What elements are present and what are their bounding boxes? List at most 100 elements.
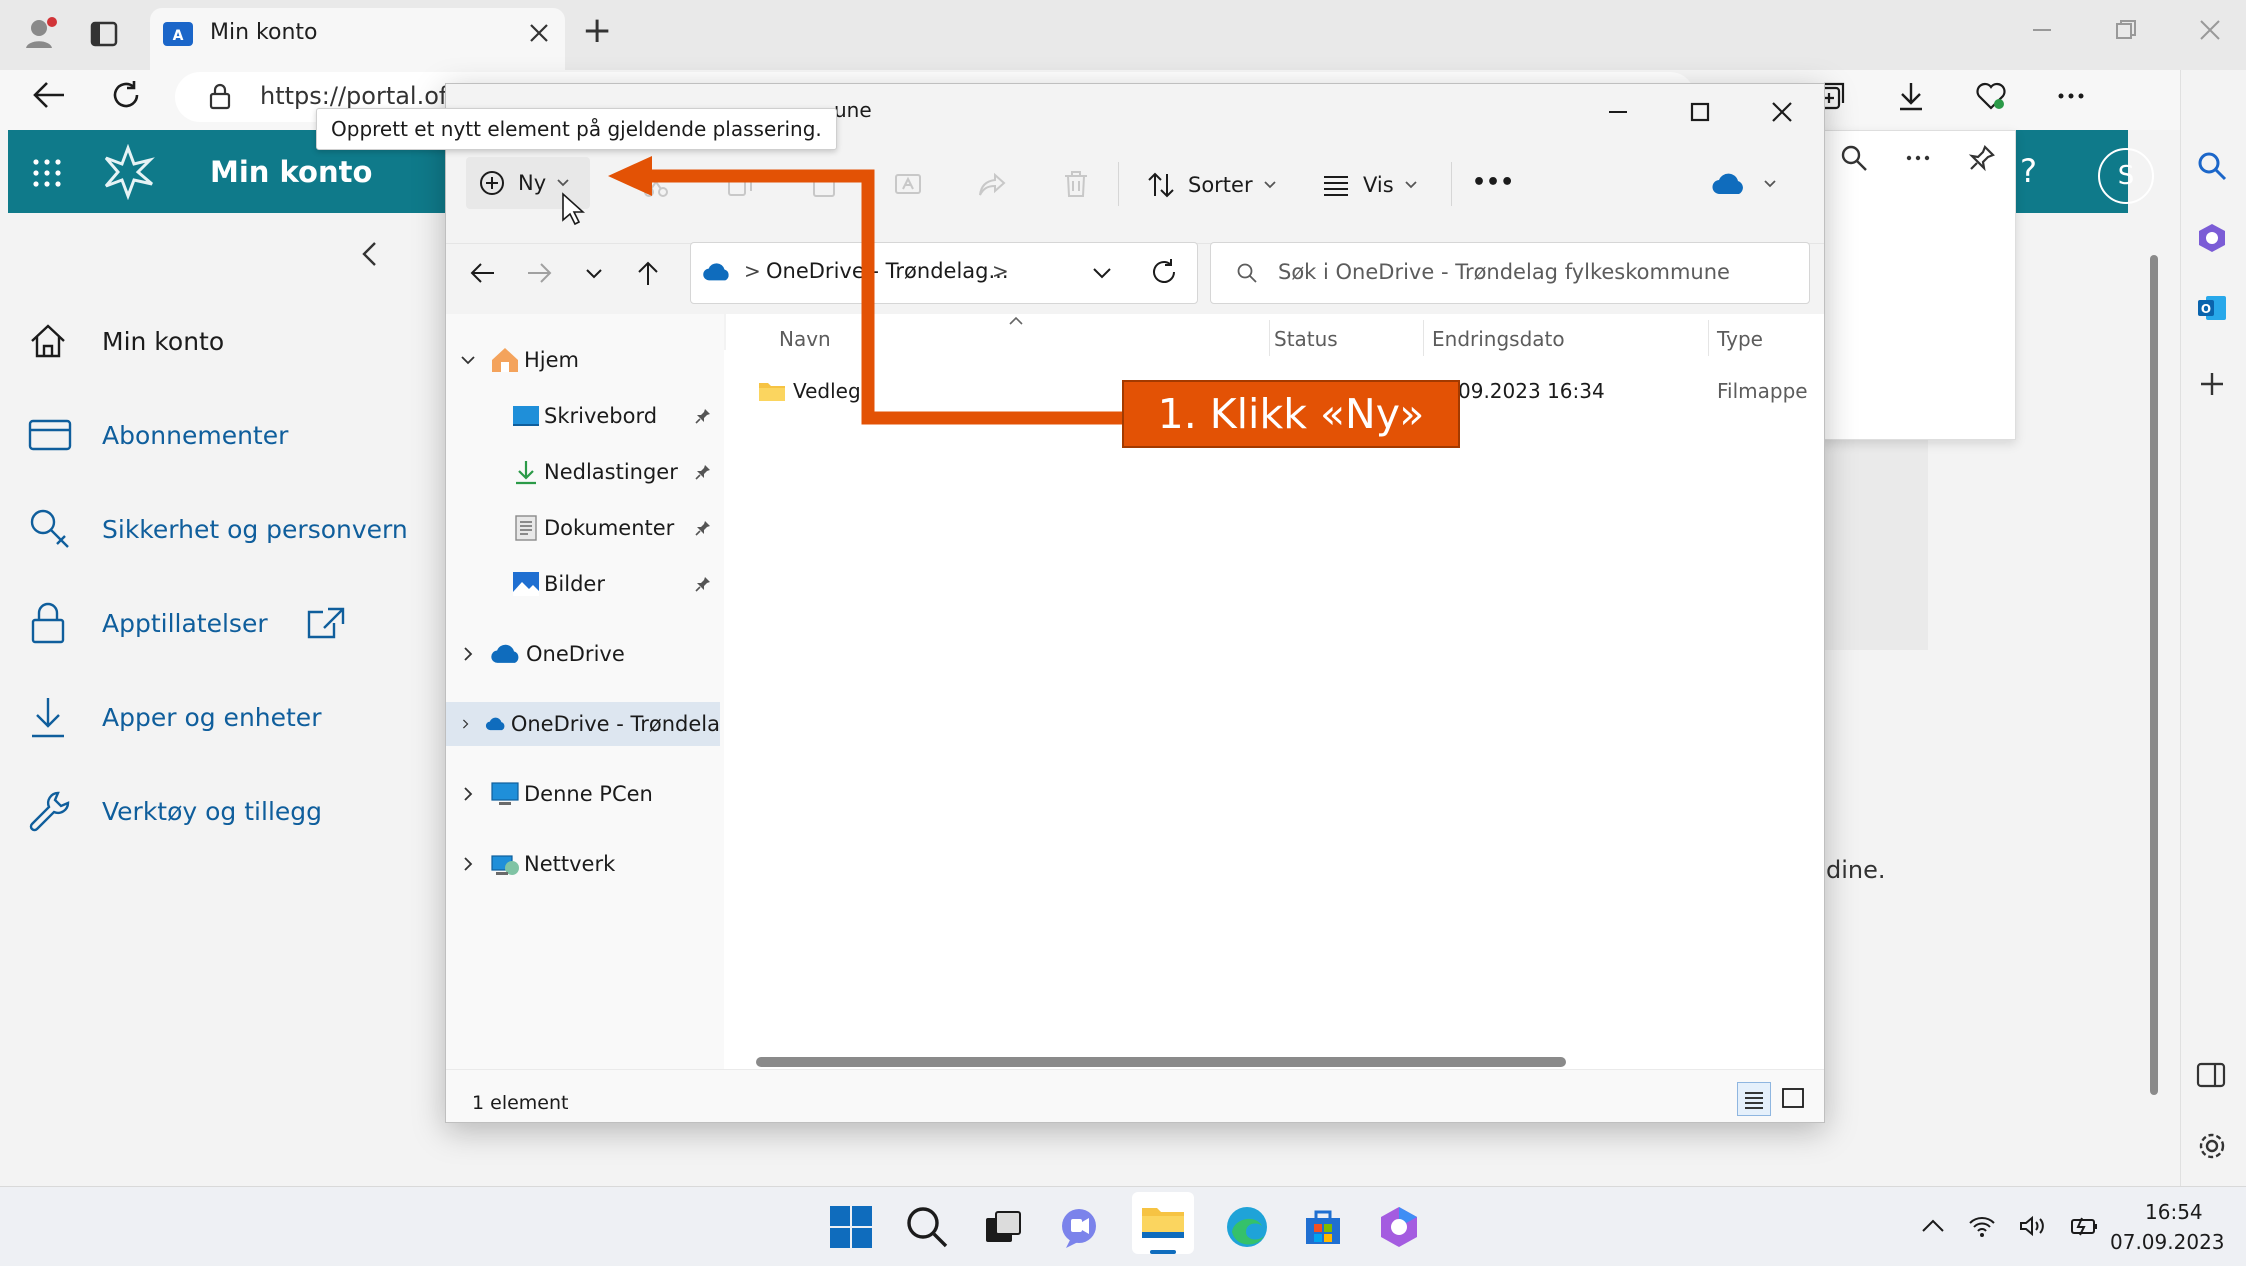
- tab-title: Min konto: [210, 20, 318, 45]
- tree-item-dokumenter[interactable]: Dokumenter: [446, 506, 724, 550]
- nav-item-apptillatelser[interactable]: Apptillatelser: [28, 598, 346, 648]
- computer-icon: [491, 782, 519, 805]
- column-header-status[interactable]: Status: [1274, 327, 1338, 351]
- organization-logo-icon[interactable]: [100, 144, 156, 200]
- browser-essentials-icon[interactable]: [1975, 80, 2007, 112]
- refresh-icon[interactable]: [110, 79, 142, 111]
- chevron-down-icon: [1764, 180, 1776, 188]
- item-count: 1 element: [472, 1092, 569, 1114]
- nav-item-verktoy[interactable]: Verktøy og tillegg: [28, 786, 322, 836]
- search-icon[interactable]: [904, 1204, 950, 1250]
- nav-label: Apptillatelser: [102, 608, 268, 638]
- documents-icon: [515, 515, 537, 541]
- maximize-icon[interactable]: [1688, 100, 1712, 124]
- flyout-more-icon[interactable]: [1904, 144, 1932, 172]
- large-icons-view-icon[interactable]: [1780, 1086, 1806, 1112]
- header-flyout: [1820, 130, 2016, 440]
- tree-item-denne-pcen[interactable]: Denne PCen: [446, 772, 724, 816]
- task-view-icon[interactable]: [980, 1204, 1026, 1250]
- onedrive-status-button[interactable]: [1711, 172, 1777, 196]
- file-explorer-taskbar-item[interactable]: [1132, 1192, 1194, 1254]
- page-scrollbar[interactable]: [2150, 255, 2158, 1095]
- close-tab-icon[interactable]: [528, 22, 550, 44]
- profile-icon[interactable]: [24, 16, 58, 50]
- lock-icon: [31, 602, 65, 644]
- tree-item-onedrive[interactable]: OneDrive: [446, 632, 724, 676]
- column-divider: [1423, 320, 1424, 356]
- close-icon[interactable]: [1770, 100, 1794, 124]
- nav-item-sikkerhet[interactable]: Sikkerhet og personvern: [28, 504, 408, 554]
- nav-item-min-konto[interactable]: Min konto: [28, 316, 224, 366]
- sidebar-panel-icon[interactable]: [2196, 1062, 2226, 1088]
- tree-item-bilder[interactable]: Bilder: [446, 562, 724, 606]
- clock-date[interactable]: 07.09.2023: [2110, 1230, 2225, 1254]
- start-icon[interactable]: [828, 1204, 874, 1250]
- chevron-down-icon[interactable]: [460, 352, 476, 368]
- chevron-up-icon[interactable]: [1920, 1215, 1946, 1237]
- app-launcher-icon[interactable]: [32, 158, 62, 188]
- back-icon[interactable]: [468, 259, 496, 287]
- sort-button[interactable]: Sorter: [1146, 170, 1277, 200]
- tab-actions-icon[interactable]: [90, 20, 118, 48]
- pin-icon[interactable]: [694, 463, 712, 481]
- clock-time[interactable]: 16:54: [2145, 1200, 2203, 1224]
- app-title[interactable]: Min konto: [210, 155, 372, 189]
- pin-icon[interactable]: [694, 575, 712, 593]
- lock-icon[interactable]: [208, 82, 232, 110]
- chevron-down-icon: [1263, 181, 1276, 189]
- microsoft-store-icon[interactable]: [1300, 1204, 1346, 1250]
- annotation-arrow: [608, 156, 1122, 425]
- edge-icon[interactable]: [1224, 1204, 1270, 1250]
- chevron-right-icon[interactable]: [460, 856, 476, 872]
- sidebar-settings-icon[interactable]: [2196, 1130, 2228, 1162]
- tree-item-nedlastinger[interactable]: Nedlastinger: [446, 450, 724, 494]
- minimize-icon[interactable]: [2030, 18, 2054, 42]
- horizontal-scrollbar[interactable]: [756, 1057, 1566, 1067]
- key-icon: [30, 509, 69, 548]
- avatar[interactable]: S: [2098, 148, 2154, 204]
- external-link-icon: [307, 607, 344, 639]
- tree-item-nettverk[interactable]: Nettverk: [446, 842, 724, 886]
- more-options-button[interactable]: •••: [1472, 170, 1514, 195]
- downloads-icon[interactable]: [1895, 80, 1927, 112]
- sidebar-copilot-icon[interactable]: [2196, 222, 2228, 254]
- chevron-right-icon[interactable]: [460, 646, 476, 662]
- new-tab-button[interactable]: +: [582, 10, 612, 51]
- copilot-taskbar-icon[interactable]: [1376, 1204, 1422, 1250]
- sidebar-outlook-icon[interactable]: O: [2196, 292, 2228, 324]
- nav-label: Min konto: [102, 326, 225, 356]
- nav-item-apper-og-enheter[interactable]: Apper og enheter: [28, 692, 321, 742]
- collapse-nav-icon[interactable]: [360, 240, 380, 268]
- column-header-endringsdato[interactable]: Endringsdato: [1432, 327, 1565, 351]
- more-icon[interactable]: [2055, 80, 2087, 112]
- view-button[interactable]: Vis: [1321, 170, 1418, 200]
- details-view-icon[interactable]: [1737, 1082, 1771, 1116]
- tree-item-onedrive-trondelag[interactable]: OneDrive - Trøndela: [446, 702, 720, 746]
- column-header-type[interactable]: Type: [1717, 327, 1763, 351]
- nav-item-abonnementer[interactable]: Abonnementer: [28, 410, 288, 460]
- pin-icon[interactable]: [694, 519, 712, 537]
- restore-icon[interactable]: [2114, 18, 2138, 42]
- flyout-search-icon[interactable]: [1840, 144, 1868, 172]
- volume-icon[interactable]: [2018, 1214, 2048, 1238]
- close-window-icon[interactable]: [2198, 18, 2222, 42]
- m365-favicon-icon: A: [163, 20, 193, 48]
- battery-icon[interactable]: [2070, 1214, 2100, 1238]
- chevron-right-icon[interactable]: [460, 786, 476, 802]
- wifi-icon[interactable]: [1968, 1214, 1996, 1238]
- chevron-right-icon[interactable]: [460, 716, 471, 732]
- help-icon[interactable]: ?: [2020, 152, 2037, 190]
- background-partial-text: dine.: [1826, 856, 1886, 884]
- card-icon: [28, 419, 72, 451]
- cursor-icon: [561, 192, 585, 226]
- back-icon[interactable]: [32, 80, 66, 110]
- sort-label: Sorter: [1188, 173, 1253, 197]
- pin-icon[interactable]: [1968, 144, 1996, 172]
- sidebar-add-icon[interactable]: [2198, 370, 2226, 398]
- minimize-icon[interactable]: [1606, 100, 1630, 124]
- forward-icon[interactable]: [526, 259, 554, 287]
- teams-chat-icon[interactable]: [1056, 1204, 1102, 1250]
- sidebar-search-icon[interactable]: [2196, 150, 2228, 182]
- search-icon: [1236, 262, 1258, 284]
- refresh-icon[interactable]: [1150, 258, 1178, 286]
